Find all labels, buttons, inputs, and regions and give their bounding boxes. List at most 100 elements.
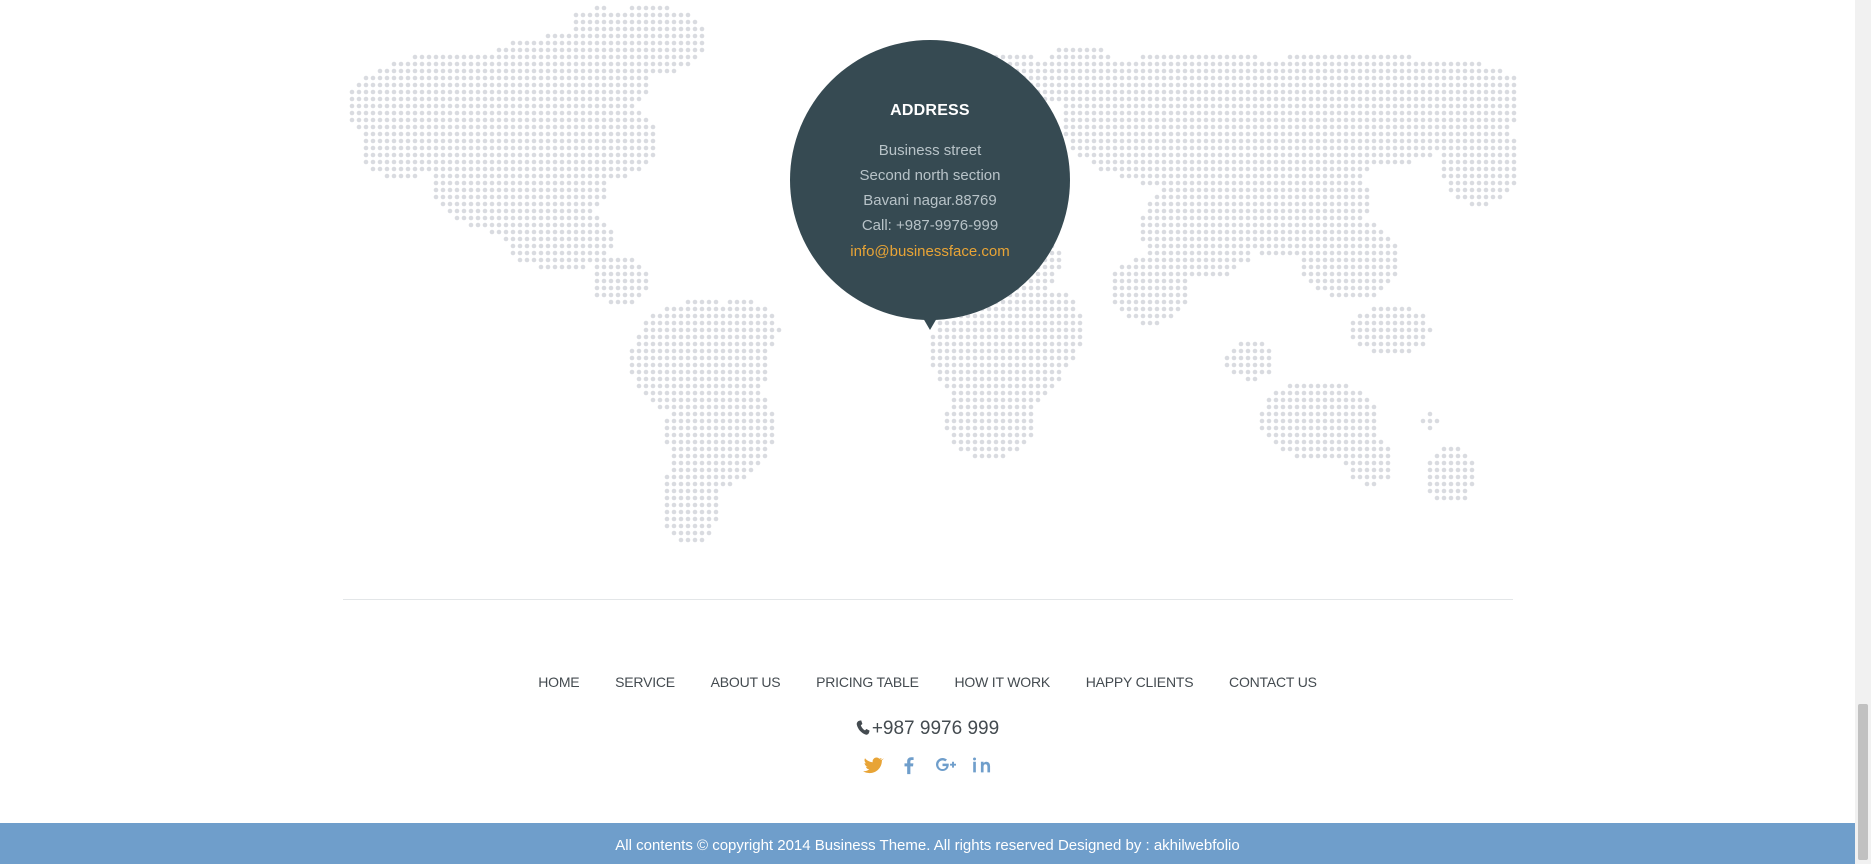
map-dot [1147, 306, 1153, 312]
map-dot [1441, 82, 1447, 88]
map-dot [1329, 397, 1335, 403]
map-dot [524, 257, 530, 263]
map-dot [1329, 383, 1335, 389]
map-dot [1231, 208, 1237, 214]
map-dot [538, 61, 544, 67]
map-dot [699, 460, 705, 466]
map-dot [1308, 103, 1314, 109]
map-dot [720, 369, 726, 375]
map-dot [1364, 159, 1370, 165]
map-dot [1308, 82, 1314, 88]
map-dot [1364, 152, 1370, 158]
map-dot [629, 110, 635, 116]
map-dot [1308, 383, 1314, 389]
map-dot [664, 26, 670, 32]
map-dot [944, 376, 950, 382]
map-dot [1245, 103, 1251, 109]
map-dot [972, 376, 978, 382]
scrollbar-track[interactable] [1855, 0, 1871, 864]
map-dot [1336, 390, 1342, 396]
nav-how-it-work[interactable]: HOW IT WORK [954, 674, 1050, 690]
map-dot [1392, 89, 1398, 95]
map-dot [552, 173, 558, 179]
facebook-icon[interactable] [898, 754, 920, 776]
map-dot [1399, 341, 1405, 347]
map-dot [734, 383, 740, 389]
address-line-city: Bavani nagar.88769 [863, 192, 997, 209]
scrollbar-thumb[interactable] [1858, 704, 1868, 860]
twitter-icon[interactable] [862, 754, 884, 776]
map-dot [720, 474, 726, 480]
map-dot [993, 376, 999, 382]
map-dot [1175, 166, 1181, 172]
map-dot [636, 26, 642, 32]
map-dot [1308, 68, 1314, 74]
map-dot [1315, 54, 1321, 60]
map-dot [552, 215, 558, 221]
nav-happy-clients[interactable]: HAPPY CLIENTS [1086, 674, 1194, 690]
map-dot [657, 19, 663, 25]
map-dot [1427, 481, 1433, 487]
map-dot [1427, 103, 1433, 109]
map-dot [1469, 159, 1475, 165]
map-dot [755, 334, 761, 340]
nav-contact-us[interactable]: CONTACT US [1229, 674, 1317, 690]
map-dot [1147, 271, 1153, 277]
map-dot [545, 61, 551, 67]
map-dot [1371, 103, 1377, 109]
map-dot [545, 194, 551, 200]
map-dot [965, 334, 971, 340]
google-plus-icon[interactable] [935, 754, 957, 776]
map-dot [727, 460, 733, 466]
map-dot [965, 327, 971, 333]
map-dot [1203, 236, 1209, 242]
map-dot [1119, 173, 1125, 179]
map-dot [405, 75, 411, 81]
address-email-link[interactable]: info@businessface.com [850, 243, 1009, 260]
map-dot [1371, 54, 1377, 60]
map-dot [440, 75, 446, 81]
map-dot [685, 61, 691, 67]
map-dot [671, 390, 677, 396]
map-dot [1098, 75, 1104, 81]
map-dot [1161, 187, 1167, 193]
map-dot [993, 397, 999, 403]
map-dot [1273, 124, 1279, 130]
map-dot [531, 166, 537, 172]
linkedin-icon[interactable] [971, 754, 993, 776]
map-dot [1245, 348, 1251, 354]
map-dot [412, 159, 418, 165]
map-dot [1308, 159, 1314, 165]
map-dot [1364, 250, 1370, 256]
map-dot [517, 187, 523, 193]
map-dot [1224, 194, 1230, 200]
map-dot [580, 124, 586, 130]
map-dot [370, 117, 376, 123]
map-dot [1070, 110, 1076, 116]
map-dot [468, 159, 474, 165]
map-dot [461, 124, 467, 130]
map-dot [461, 187, 467, 193]
map-dot [1301, 201, 1307, 207]
map-dot [1476, 89, 1482, 95]
map-dot [559, 68, 565, 74]
nav-about-us[interactable]: ABOUT US [711, 674, 781, 690]
map-dot [1441, 166, 1447, 172]
map-dot [594, 110, 600, 116]
map-dot [1182, 292, 1188, 298]
nav-pricing-table[interactable]: PRICING TABLE [816, 674, 919, 690]
map-dot [1161, 152, 1167, 158]
map-dot [720, 460, 726, 466]
nav-home[interactable]: HOME [538, 674, 579, 690]
map-dot [1350, 418, 1356, 424]
map-dot [1497, 194, 1503, 200]
map-dot [405, 138, 411, 144]
map-dot [517, 61, 523, 67]
nav-service[interactable]: SERVICE [615, 674, 675, 690]
map-dot [1399, 96, 1405, 102]
map-dot [1511, 82, 1517, 88]
map-dot [559, 138, 565, 144]
map-dot [440, 89, 446, 95]
map-dot [1301, 110, 1307, 116]
map-dot [1014, 355, 1020, 361]
